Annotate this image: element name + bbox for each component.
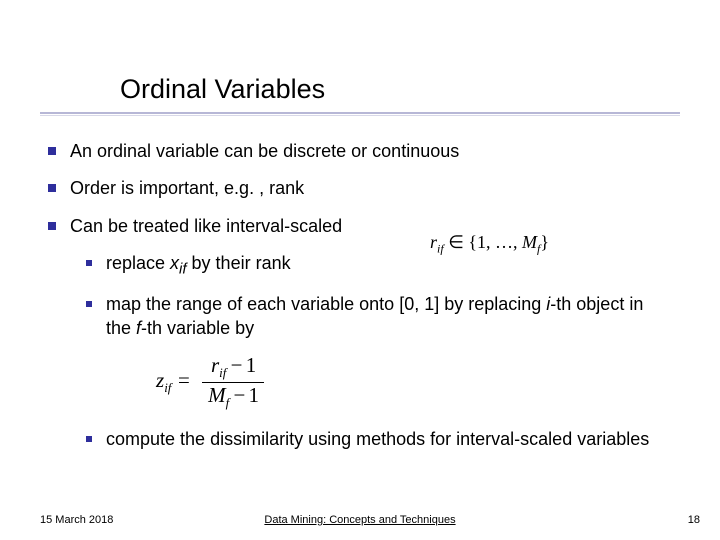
sub-bullets: replace xif by their rank map the range … [86,252,678,451]
sub-bullet-1-text: replace xif by their rank [106,252,666,279]
square-bullet-icon [48,147,56,155]
var-x-sub: if [179,261,187,278]
bullet-2-text: Order is important, e.g. , rank [70,177,678,200]
formula-fraction: rif − 1 Mf − 1 [202,354,264,410]
text: by their rank [187,253,291,273]
bullet-1-text: An ordinal variable can be discrete or c… [70,140,678,163]
var-M: M [208,383,226,407]
text: -th variable by [141,318,254,338]
fraction-denominator: Mf − 1 [202,383,264,410]
square-bullet-icon [86,436,92,442]
square-bullet-icon [86,301,92,307]
var-x: x [170,253,179,273]
var-r: r [211,353,219,377]
text: map the range of each variable onto [0, … [106,294,546,314]
title-divider [40,112,680,114]
bullet-1: An ordinal variable can be discrete or c… [48,140,678,163]
square-bullet-icon [48,222,56,230]
formula-lhs: zif = [156,367,191,397]
title-divider-shadow [40,115,680,116]
square-bullet-icon [86,260,92,266]
text: replace [106,253,170,273]
sub-bullet-3: compute the dissimilarity using methods … [86,428,678,451]
var-z: z [156,368,164,392]
bullet-2: Order is important, e.g. , rank [48,177,678,200]
slide: Ordinal Variables An ordinal variable ca… [0,0,720,540]
set-close: } [540,232,549,252]
footer-page-number: 18 [688,514,700,526]
bullet-3: Can be treated like interval-scaled [48,215,678,238]
formula-rank-domain: rif ∈ {1, …, Mf} [430,232,549,257]
minus-one: − 1 [226,353,255,377]
formula-z: zif = rif − 1 Mf − 1 [156,354,678,410]
square-bullet-icon [48,184,56,192]
sub-bullet-2: map the range of each variable onto [0, … [86,293,678,340]
fraction-numerator: rif − 1 [202,354,264,382]
eq-sign: = [171,368,190,392]
sub-bullet-2-text: map the range of each variable onto [0, … [106,293,666,340]
slide-title: Ordinal Variables [120,74,325,105]
content-area: An ordinal variable can be discrete or c… [48,140,678,465]
var-r: r [430,232,437,252]
minus-one: − 1 [229,383,258,407]
var-r-sub: if [437,242,444,256]
sub-bullet-1: replace xif by their rank [86,252,678,279]
bullet-3-text: Can be treated like interval-scaled [70,215,678,238]
sub-bullet-3-text: compute the dissimilarity using methods … [106,428,666,451]
footer-center: Data Mining: Concepts and Techniques [0,514,720,526]
var-M: M [522,232,537,252]
set-open: ∈ {1, …, [444,232,522,252]
